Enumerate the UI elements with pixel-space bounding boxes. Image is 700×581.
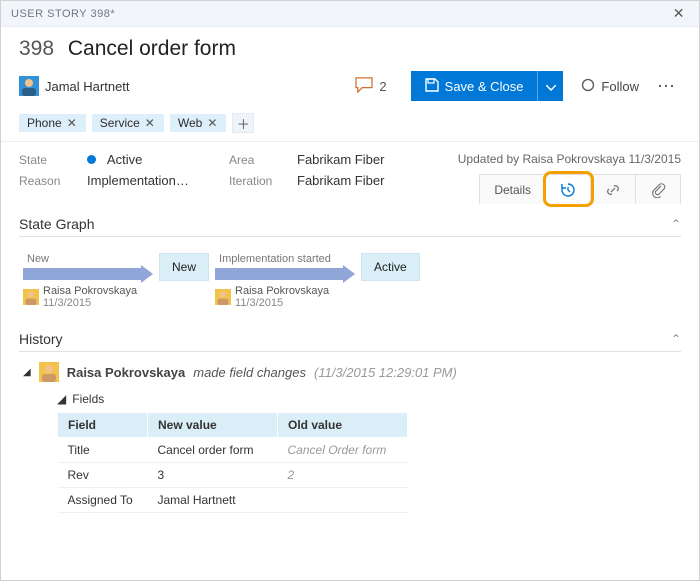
col-new: New value	[148, 413, 278, 438]
avatar	[215, 289, 231, 305]
fields-group-header[interactable]: ◢ Fields	[57, 392, 681, 406]
tab-attachments[interactable]	[636, 174, 681, 204]
close-icon[interactable]: ✕	[669, 3, 689, 24]
changed-date: 11/3/2015	[235, 297, 329, 309]
more-actions-button[interactable]: ⋯	[653, 76, 681, 97]
tab-details[interactable]: Details	[479, 174, 546, 204]
work-item-title[interactable]: Cancel order form	[68, 37, 236, 60]
link-icon	[605, 182, 621, 198]
history-entry: ◢ Raisa Pokrovskaya made field changes (…	[19, 352, 681, 517]
expand-toggle-icon[interactable]: ◢	[57, 392, 66, 406]
state-node-new: New	[159, 253, 209, 281]
expand-toggle-icon[interactable]: ◢	[23, 367, 31, 378]
save-close-button[interactable]: Save & Close	[411, 71, 538, 101]
iteration-label: Iteration	[229, 174, 297, 188]
fields-table: Field New value Old value Title Cancel o…	[57, 412, 408, 513]
changed-by: Raisa Pokrovskaya	[235, 285, 329, 297]
table-row: Rev 3 2	[58, 463, 408, 488]
breadcrumb-bar: USER STORY 398* ✕	[1, 1, 699, 27]
tag-label: Service	[100, 116, 140, 130]
chevron-up-icon: ⌃	[671, 332, 681, 346]
comments-count: 2	[379, 79, 386, 94]
save-label: Save & Close	[445, 79, 524, 94]
follow-button[interactable]: Follow	[581, 78, 639, 95]
reason-value[interactable]: Implementation…	[87, 173, 189, 188]
comment-icon	[355, 77, 373, 96]
area-label: Area	[229, 153, 297, 167]
assignee-field[interactable]: Jamal Hartnett	[19, 76, 130, 96]
follow-label: Follow	[601, 79, 639, 94]
remove-tag-icon[interactable]: ✕	[62, 116, 82, 130]
state-indicator-icon	[87, 155, 96, 164]
tag-row: Phone ✕ Service ✕ Web ✕ ＋	[1, 111, 699, 141]
updated-by-text: Updated by Raisa Pokrovskaya 11/3/2015	[429, 152, 681, 166]
tag-service[interactable]: Service ✕	[92, 114, 164, 132]
col-field: Field	[58, 413, 148, 438]
tab-history[interactable]	[546, 174, 591, 204]
history-actor: Raisa Pokrovskaya	[67, 365, 186, 380]
col-old: Old value	[278, 413, 408, 438]
history-icon	[560, 182, 576, 198]
table-row: Title Cancel order form Cancel Order for…	[58, 438, 408, 463]
tag-label: Web	[178, 116, 202, 130]
save-icon	[425, 78, 439, 95]
history-action: made field changes	[193, 365, 306, 380]
arrow-icon	[23, 267, 153, 281]
section-history-header[interactable]: History ⌃	[19, 331, 681, 352]
section-state-graph-header[interactable]: State Graph ⌃	[19, 216, 681, 237]
table-row: Assigned To Jamal Hartnett	[58, 488, 408, 513]
avatar	[19, 76, 39, 96]
avatar	[39, 362, 59, 382]
tag-phone[interactable]: Phone ✕	[19, 114, 86, 132]
save-dropdown-button[interactable]	[537, 71, 563, 101]
area-value[interactable]: Fabrikam Fiber	[297, 152, 384, 167]
transition-label: New	[27, 253, 153, 265]
avatar	[23, 289, 39, 305]
title-bar: 398 Cancel order form	[1, 27, 699, 67]
remove-tag-icon[interactable]: ✕	[140, 116, 160, 130]
tag-web[interactable]: Web ✕	[170, 114, 227, 132]
fields-heading: Fields	[72, 392, 104, 406]
arrow-icon	[215, 267, 355, 281]
comments-button[interactable]: 2	[355, 77, 386, 96]
chevron-up-icon: ⌃	[671, 217, 681, 231]
breadcrumb-label: USER STORY 398*	[11, 8, 115, 20]
tab-links[interactable]	[591, 174, 636, 204]
history-timestamp: (11/3/2015 12:29:01 PM)	[314, 365, 457, 380]
add-tag-button[interactable]: ＋	[232, 113, 254, 133]
section-title: State Graph	[19, 216, 95, 232]
iteration-value[interactable]: Fabrikam Fiber	[297, 173, 384, 188]
work-item-id: 398	[19, 37, 54, 60]
assignee-name: Jamal Hartnett	[45, 79, 130, 94]
state-graph: New Raisa Pokrovskaya 11/3/2015	[19, 237, 681, 319]
section-title: History	[19, 331, 63, 347]
state-value[interactable]: Active	[87, 152, 142, 167]
changed-by: Raisa Pokrovskaya	[43, 285, 137, 297]
transition-label: Implementation started	[219, 253, 355, 265]
attachment-icon	[650, 182, 666, 198]
circle-icon	[581, 78, 595, 95]
tag-label: Phone	[27, 116, 62, 130]
state-label: State	[19, 153, 87, 167]
changed-date: 11/3/2015	[43, 297, 137, 309]
state-node-active: Active	[361, 253, 420, 281]
reason-label: Reason	[19, 174, 87, 188]
chevron-down-icon	[546, 79, 556, 94]
remove-tag-icon[interactable]: ✕	[202, 116, 222, 130]
